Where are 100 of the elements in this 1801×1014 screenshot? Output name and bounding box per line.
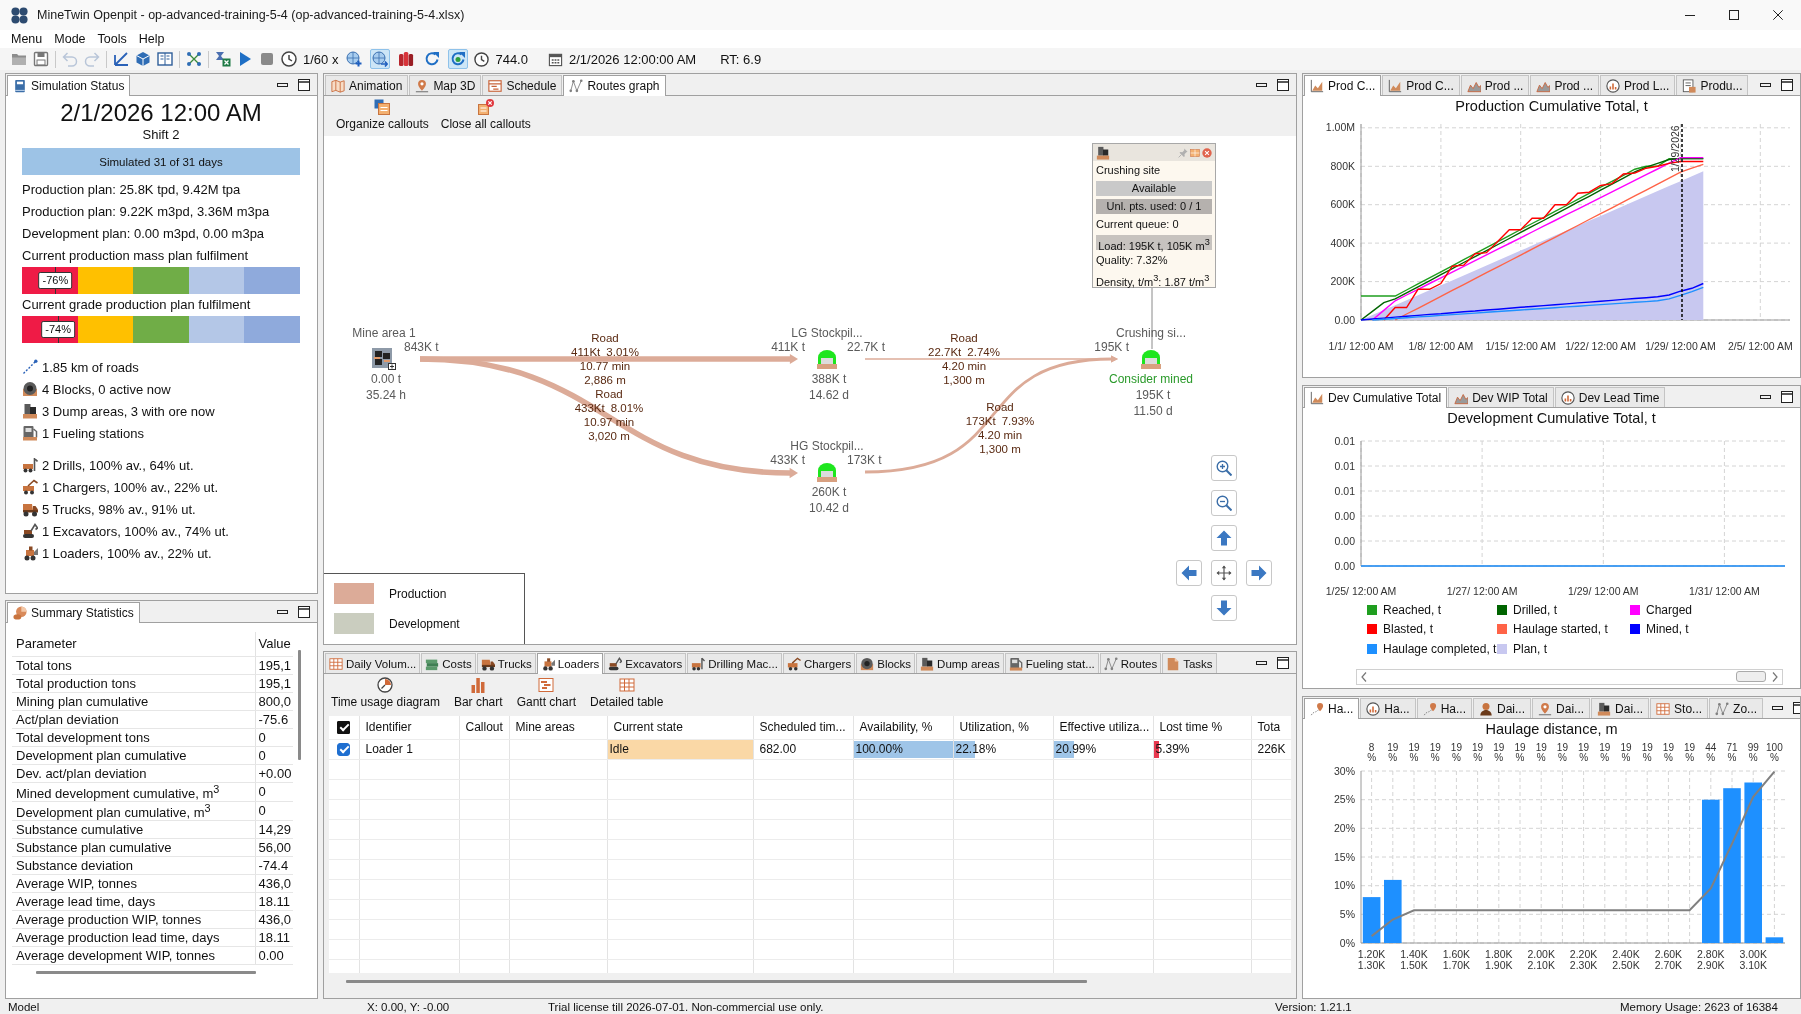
maximize-icon[interactable]	[298, 605, 310, 618]
minimize-icon[interactable]	[277, 82, 288, 87]
book-icon[interactable]	[157, 51, 173, 67]
toolbar-button[interactable]: Close all callouts	[438, 97, 533, 133]
maximize-icon[interactable]	[1277, 78, 1289, 91]
minimize-icon[interactable]	[1760, 394, 1771, 399]
panel-tab[interactable]: Prod ...	[1530, 75, 1600, 95]
column-header[interactable]: Availability, %	[853, 716, 953, 739]
menu-item[interactable]: Tools	[91, 30, 133, 48]
cube-icon[interactable]	[135, 51, 151, 67]
chevron-left-icon[interactable]	[1361, 671, 1367, 682]
toggle-button[interactable]	[370, 49, 391, 69]
panel-tab[interactable]: Excavators	[604, 653, 687, 673]
toolbar-button[interactable]: Gantt chart	[514, 675, 578, 711]
clock-icon[interactable]	[281, 51, 297, 67]
panel-tab[interactable]: Drilling Mac...	[687, 653, 782, 673]
play-icon[interactable]	[237, 51, 253, 67]
column-header[interactable]: Scheduled tim...	[753, 716, 853, 739]
column-header[interactable]: Effective utiliza...	[1053, 716, 1153, 739]
panel-tab[interactable]: Map 3D	[409, 75, 482, 95]
column-header[interactable]: Callout	[459, 716, 509, 739]
panel-tab[interactable]: Produ...	[1676, 75, 1749, 95]
panel-tab[interactable]: Prod L...	[1600, 75, 1676, 95]
scrollbar-thumb[interactable]	[298, 650, 301, 760]
grid-tile-icon[interactable]	[372, 348, 396, 370]
panel-tab[interactable]: Trucks	[476, 653, 536, 673]
map-nav-button[interactable]	[1211, 595, 1237, 621]
panel-tab[interactable]: Ha...	[1360, 698, 1416, 718]
panel-tab[interactable]: Prod C...	[1304, 75, 1382, 96]
chevron-right-icon[interactable]	[1772, 671, 1778, 682]
panel-tab[interactable]: Dai...	[1532, 698, 1591, 718]
panel-tab[interactable]: Dev Lead Time	[1554, 387, 1666, 407]
panel-tab[interactable]: Dai...	[1591, 698, 1650, 718]
panel-tab[interactable]: Blocks	[856, 653, 916, 673]
panel-tab[interactable]: Schedule	[482, 75, 563, 95]
spreadsheet-icon[interactable]	[215, 51, 231, 67]
column-header[interactable]: Parameter	[12, 632, 255, 656]
maximize-icon[interactable]	[1729, 10, 1739, 20]
minimize-icon[interactable]	[1760, 82, 1771, 87]
maximize-icon[interactable]	[1277, 656, 1289, 669]
panel-tab[interactable]: Costs	[421, 653, 476, 673]
column-header[interactable]: Value	[255, 632, 293, 656]
minimize-icon[interactable]	[277, 609, 288, 614]
column-header[interactable]: Utilization, %	[953, 716, 1053, 739]
checkbox[interactable]	[337, 720, 350, 734]
maximize-icon[interactable]	[1781, 390, 1793, 403]
panel-tab[interactable]: Dump areas	[916, 653, 1004, 673]
panel-tab[interactable]: Ha...	[1416, 698, 1473, 718]
map-nav-button[interactable]	[1211, 455, 1237, 481]
toggle-button[interactable]	[344, 49, 365, 69]
toggle-button[interactable]	[448, 49, 469, 69]
minimize-icon[interactable]	[1685, 14, 1695, 16]
panel-tab[interactable]: Dai...	[1473, 698, 1532, 718]
menu-item[interactable]: Menu	[5, 30, 49, 48]
minimize-icon[interactable]	[1256, 82, 1267, 87]
network-icon[interactable]	[186, 51, 202, 67]
checkbox[interactable]	[337, 742, 350, 756]
maximize-icon[interactable]	[1781, 78, 1793, 91]
column-header[interactable]: Lost time %	[1153, 716, 1251, 739]
scrollbar-thumb[interactable]	[346, 980, 1087, 983]
map-nav-button[interactable]	[1176, 560, 1202, 586]
panel-tab[interactable]: Dev Cumulative Total	[1304, 387, 1448, 408]
minimize-icon[interactable]	[1256, 660, 1267, 665]
column-header[interactable]: Current state	[607, 716, 753, 739]
maximize-icon[interactable]	[298, 78, 310, 91]
panel-tab[interactable]: Sto...	[1650, 698, 1709, 718]
column-header[interactable]: Tota	[1251, 716, 1291, 739]
map-nav-button[interactable]	[1246, 560, 1272, 586]
panel-tab[interactable]: Tasks	[1162, 653, 1217, 673]
panel-tab[interactable]: Zo...	[1709, 698, 1764, 718]
panel-tab[interactable]: Routes graph	[563, 75, 666, 96]
folder-icon[interactable]	[11, 51, 27, 67]
panel-tab[interactable]: Prod C...	[1382, 75, 1460, 95]
toolbar-button[interactable]: Organize callouts	[334, 97, 431, 133]
panel-tab[interactable]: Daily Volum...	[325, 653, 421, 673]
map-nav-button[interactable]	[1211, 560, 1237, 586]
toolbar-button[interactable]: Bar chart	[451, 675, 505, 711]
panel-tab[interactable]: Prod ...	[1460, 75, 1530, 95]
panel-tab[interactable]: Summary Statistics	[7, 602, 140, 623]
panel-tab[interactable]: Dev WIP Total	[1448, 387, 1554, 407]
menu-item[interactable]: Help	[132, 30, 171, 48]
down-left-arrow-icon[interactable]	[113, 51, 129, 67]
panel-tab[interactable]: Fueling stat...	[1004, 653, 1099, 673]
close-icon[interactable]	[1773, 10, 1783, 20]
panel-tab[interactable]: Loaders	[536, 653, 604, 674]
column-header[interactable]: Mine areas	[509, 716, 607, 739]
column-header[interactable]: Identifier	[359, 716, 459, 739]
playback-speed[interactable]: 1/60 x	[303, 51, 339, 67]
scrollbar-thumb[interactable]	[1736, 671, 1766, 682]
panel-tab[interactable]: Routes	[1099, 653, 1162, 673]
map-nav-button[interactable]	[1211, 525, 1237, 551]
panel-tab[interactable]: Chargers	[782, 653, 856, 673]
scrollbar-thumb[interactable]	[36, 971, 256, 975]
minimize-icon[interactable]	[1772, 705, 1784, 710]
panel-tab[interactable]: Ha...	[1304, 698, 1360, 719]
horizontal-scrollbar[interactable]	[1356, 668, 1783, 685]
stop-icon[interactable]	[259, 51, 275, 67]
toolbar-button[interactable]: Detailed table	[588, 675, 666, 711]
map-nav-button[interactable]	[1211, 490, 1237, 516]
menu-item[interactable]: Mode	[48, 30, 92, 48]
